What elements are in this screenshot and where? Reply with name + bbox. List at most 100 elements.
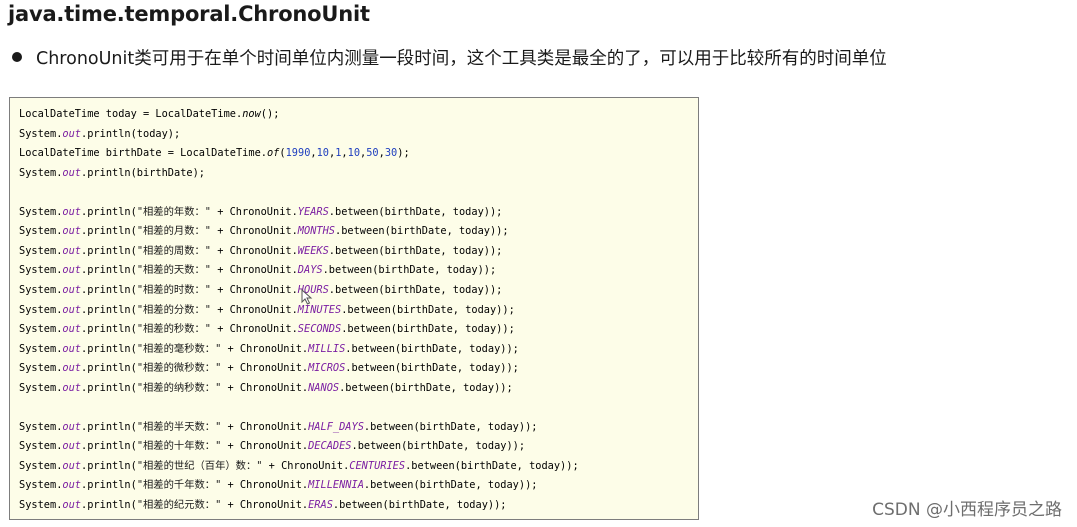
code-token: .println( (81, 362, 137, 375)
code-token: System. (19, 499, 63, 511)
code-line: System.out.println("相差的纪元数：" + ChronoUni… (19, 496, 507, 516)
code-token: .println( (81, 381, 137, 394)
code-token: WEEKS (297, 244, 329, 257)
code-token: MILLIS (308, 342, 346, 355)
code-token: out (62, 440, 82, 453)
code-token: out (62, 323, 82, 336)
code-token: out (62, 459, 82, 472)
code-token: out (62, 225, 82, 238)
code-token: + ChronoUnit. (211, 225, 298, 238)
code-token: ERAS (308, 499, 333, 511)
code-token: System. (19, 166, 63, 179)
code-token: ); (397, 147, 410, 160)
watermark: CSDN @小西程序员之路 (872, 500, 1062, 520)
code-token: "相差的毫秒数：" (136, 342, 222, 355)
code-line: System.out.println("相差的时数：" + ChronoUnit… (19, 281, 502, 301)
code-token: .between(birthDate, today)); (351, 440, 526, 453)
code-token: + ChronoUnit. (262, 459, 350, 472)
code-line: System.out.println("相差的年数：" + ChronoUnit… (19, 203, 502, 223)
page-title: java.time.temporal.ChronoUnit (8, 2, 370, 26)
code-line: System.out.println("相差的世纪（百年）数：" + Chron… (19, 457, 579, 477)
code-token: .between(birthDate, today)); (335, 225, 509, 238)
code-token: out (62, 264, 82, 277)
code-token: CENTURIES (349, 459, 406, 472)
code-token: System. (19, 205, 63, 218)
code-token: System. (19, 362, 63, 375)
code-block: LocalDateTime today = LocalDateTime.now(… (9, 97, 699, 520)
code-token: .println( (81, 244, 137, 257)
code-token: .between(birthDate, today)); (332, 499, 507, 511)
code-token: "相差的天数：" (136, 264, 211, 277)
code-line: System.out.println("相差的天数：" + ChronoUnit… (19, 261, 496, 281)
code-token: .println( (81, 205, 137, 218)
code-token: + ChronoUnit. (211, 283, 298, 296)
code-line: System.out.println("相差的半天数：" + ChronoUni… (19, 418, 537, 438)
code-token: out (62, 166, 82, 179)
code-token: .between(birthDate, today)); (405, 459, 579, 472)
code-token: .between(birthDate, today)); (345, 362, 519, 375)
code-line: System.out.println("相差的毫秒数：" + ChronoUni… (19, 340, 519, 360)
code-line: LocalDateTime today = LocalDateTime.now(… (19, 105, 279, 125)
code-token: MONTHS (297, 225, 335, 238)
code-token: MILLENNIA (308, 479, 364, 492)
bullet-text: ChronoUnit类可用于在单个时间单位内测量一段时间，这个工具类是最全的了，… (36, 48, 887, 69)
code-token: .println( (81, 459, 137, 472)
code-line: System.out.println(today); (19, 125, 180, 145)
code-token: 30 (384, 147, 398, 160)
code-token: System. (19, 420, 63, 433)
code-token: .between(birthDate, today)); (328, 244, 503, 257)
code-line: System.out.println("相差的周数：" + ChronoUnit… (19, 242, 502, 262)
code-token: MINUTES (297, 303, 342, 316)
code-token: now (242, 108, 261, 120)
code-token: "相差的千年数：" (136, 479, 222, 492)
code-token: .println(birthDate); (81, 166, 206, 179)
code-token: out (62, 499, 82, 511)
code-token: .between(birthDate, today)); (363, 420, 538, 433)
code-token: "相差的秒数：" (136, 323, 211, 336)
code-token: + ChronoUnit. (211, 244, 298, 257)
code-token: + ChronoUnit. (221, 342, 309, 355)
code-token: + ChronoUnit. (221, 440, 309, 453)
bullet-item: ChronoUnit类可用于在单个时间单位内测量一段时间，这个工具类是最全的了，… (10, 43, 887, 71)
code-token: .println( (81, 264, 137, 277)
code-token: 50 (366, 147, 379, 160)
code-token: out (62, 205, 82, 218)
code-token: + ChronoUnit. (211, 205, 298, 218)
code-line: System.out.println(birthDate); (19, 164, 205, 184)
code-token: of (266, 147, 280, 160)
code-token: "相差的微秒数：" (136, 362, 222, 375)
code-token: "相差的纪元数：" (136, 499, 222, 511)
code-token: .println( (81, 499, 137, 511)
code-token: + ChronoUnit. (221, 362, 309, 375)
code-token: SECONDS (297, 323, 342, 336)
code-line: System.out.println("相差的微秒数：" + ChronoUni… (19, 359, 519, 379)
code-token: out (62, 303, 82, 316)
code-token: .println( (81, 283, 137, 296)
code-token: "相差的十年数：" (136, 440, 222, 453)
code-token: .println( (81, 342, 137, 355)
code-token: + ChronoUnit. (221, 420, 309, 433)
code-token: out (62, 420, 82, 433)
code-token: System. (19, 342, 63, 355)
code-token: System. (19, 323, 63, 336)
code-token: System. (19, 244, 63, 257)
code-token: LocalDateTime birthDate = LocalDateTime. (19, 147, 267, 160)
code-token: DECADES (308, 440, 352, 453)
code-token: "相差的时数：" (136, 283, 211, 296)
code-line: System.out.println("相差的千年数：" + ChronoUni… (19, 476, 537, 496)
code-token: + ChronoUnit. (211, 323, 298, 336)
code-token: .between(birthDate, today)); (363, 479, 538, 492)
code-token: System. (19, 264, 63, 277)
code-token: (); (260, 108, 280, 120)
code-token: .between(birthDate, today)); (328, 205, 503, 218)
bullet-dot-icon (12, 52, 22, 62)
code-line: System.out.println("相差的月数：" + ChronoUnit… (19, 222, 509, 242)
code-token: "相差的周数：" (136, 244, 211, 257)
code-line: System.out.println("相差的秒数：" + ChronoUnit… (19, 320, 515, 340)
code-token: .between(birthDate, today)); (339, 381, 513, 394)
code-token: NANOS (308, 381, 340, 394)
code-token: .println( (81, 440, 137, 453)
code-token: .between(birthDate, today)); (341, 323, 515, 336)
code-token: out (62, 244, 82, 257)
code-token: .between(birthDate, today)); (345, 342, 519, 355)
